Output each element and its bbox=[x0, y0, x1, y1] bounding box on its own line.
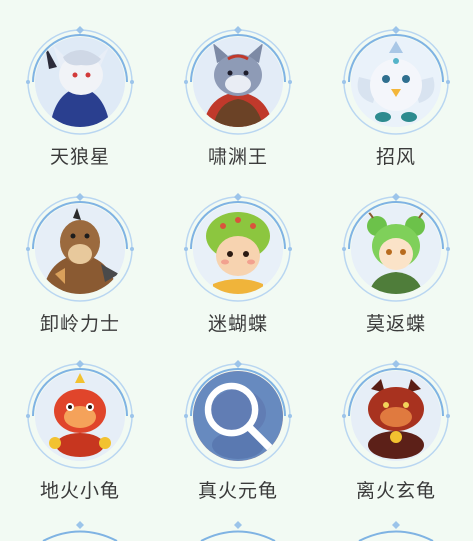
pet-card-zhaofeng[interactable]: 招风 bbox=[321, 15, 471, 183]
pet-name: 莫返蝶 bbox=[365, 313, 426, 335]
pet-card-mihudie[interactable]: 迷蝴蝶 bbox=[163, 182, 313, 350]
green-hair-girl-portrait bbox=[351, 204, 441, 294]
true-fire-turtle-portrait bbox=[193, 371, 283, 461]
portrait-ring bbox=[181, 359, 295, 473]
gray-wolf-portrait bbox=[193, 37, 283, 127]
portrait-ring bbox=[23, 25, 137, 139]
pet-grid: 天狼星 啸渊王 招风 卸岭力士 迷蝴蝶 莫返蝶 地火小龟 真火元龟 离火玄龟 bbox=[0, 0, 473, 541]
pet-name: 离火玄龟 bbox=[355, 480, 436, 502]
pet-card-zhenhuoyuangui[interactable]: 真火元龟 bbox=[163, 349, 313, 517]
next-row-ring-partial bbox=[42, 521, 118, 541]
pet-card-lihuoxuangui[interactable]: 离火玄龟 bbox=[321, 349, 471, 517]
dark-red-turtle-portrait bbox=[351, 371, 441, 461]
pet-name: 卸岭力士 bbox=[39, 313, 120, 335]
white-bird-portrait bbox=[351, 37, 441, 127]
portrait-ring bbox=[339, 25, 453, 139]
portrait-ring bbox=[181, 192, 295, 306]
green-hat-girl-portrait bbox=[193, 204, 283, 294]
pet-name: 啸渊王 bbox=[207, 146, 268, 168]
pet-name: 迷蝴蝶 bbox=[207, 313, 268, 335]
portrait-ring bbox=[23, 359, 137, 473]
pet-name: 真火元龟 bbox=[197, 480, 278, 502]
brown-beast-portrait bbox=[35, 204, 125, 294]
search-icon bbox=[204, 382, 274, 452]
next-row-ring-partial bbox=[358, 521, 434, 541]
pet-card-xielinglishi[interactable]: 卸岭力士 bbox=[5, 182, 155, 350]
pet-name: 天狼星 bbox=[49, 146, 110, 168]
pet-card-mofandie[interactable]: 莫返蝶 bbox=[321, 182, 471, 350]
pet-card-xiaoyuanwang[interactable]: 啸渊王 bbox=[163, 15, 313, 183]
pet-name: 招风 bbox=[375, 146, 416, 168]
portrait-ring bbox=[339, 359, 453, 473]
wolf-knight-portrait bbox=[35, 37, 125, 127]
next-row-ring-partial bbox=[200, 521, 276, 541]
pet-card-tianlangxing[interactable]: 天狼星 bbox=[5, 15, 155, 183]
portrait-ring bbox=[339, 192, 453, 306]
portrait-ring bbox=[181, 25, 295, 139]
portrait-ring bbox=[23, 192, 137, 306]
pet-name: 地火小龟 bbox=[39, 480, 120, 502]
red-turtle-portrait bbox=[35, 371, 125, 461]
pet-card-dihuoxiaogui[interactable]: 地火小龟 bbox=[5, 349, 155, 517]
selected-overlay[interactable] bbox=[193, 371, 283, 461]
